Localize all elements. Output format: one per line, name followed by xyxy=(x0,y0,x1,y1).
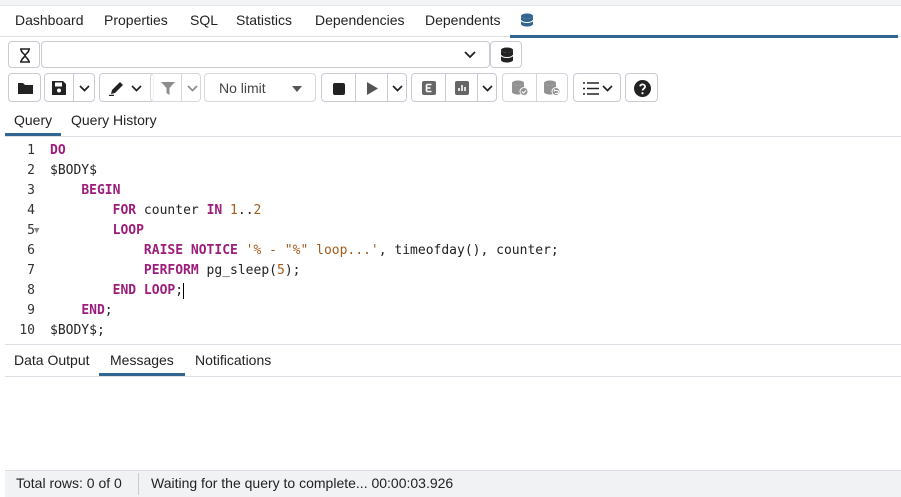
output-tabs: Data Output Messages Notifications xyxy=(5,344,901,377)
status-bar: Total rows: 0 of 0 Waiting for the query… xyxy=(5,470,901,497)
limit-value: No limit xyxy=(219,80,266,96)
connection-status-button[interactable] xyxy=(8,41,40,68)
line-number: 1 xyxy=(27,143,35,158)
code-line: $BODY$; xyxy=(50,323,105,338)
query-toolbar: No limit xyxy=(8,73,658,103)
line-number: 7 xyxy=(27,263,35,278)
line-number: 6 xyxy=(27,243,35,258)
sql-editor[interactable]: 1 DO 2 $BODY$ 3 BEGIN 4 FOR counter IN 1..… xyxy=(5,137,901,342)
object-tabs: Dashboard Properties SQL Statistics Depe… xyxy=(0,6,901,38)
line-number: 4 xyxy=(27,203,35,218)
total-rows-label: Total rows: 0 of 0 xyxy=(16,475,122,491)
new-connection-button[interactable] xyxy=(490,41,522,68)
execute-button-group xyxy=(321,73,407,102)
code-line: BEGIN xyxy=(81,183,121,198)
explain-button-group xyxy=(411,73,497,102)
tab-statistics[interactable]: Statistics xyxy=(236,6,292,34)
line-number: 5 xyxy=(27,223,35,238)
line-number: 10 xyxy=(19,323,35,338)
limit-select[interactable]: No limit xyxy=(204,73,316,102)
save-button-group xyxy=(44,73,95,102)
code-line: RAISE NOTICE '% - "%" loop...', timeofda… xyxy=(143,243,559,258)
query-tabs: Query Query History xyxy=(5,106,901,137)
fold-marker-icon[interactable]: ▼ xyxy=(34,221,39,241)
help-button[interactable] xyxy=(625,73,658,102)
tab-dependencies[interactable]: Dependencies xyxy=(315,6,405,34)
status-divider xyxy=(138,473,139,495)
code-line: END LOOP; xyxy=(112,282,185,299)
database-query-icon xyxy=(520,13,534,33)
tab-data-output[interactable]: Data Output xyxy=(14,345,90,375)
code-line: DO xyxy=(50,141,66,161)
tab-query[interactable]: Query xyxy=(5,106,62,136)
tab-properties[interactable]: Properties xyxy=(104,6,168,34)
code-line: END; xyxy=(81,303,113,318)
tab-query-history[interactable]: Query History xyxy=(71,106,157,134)
open-file-button[interactable] xyxy=(8,73,41,102)
tab-messages[interactable]: Messages xyxy=(99,345,185,376)
macros-button[interactable] xyxy=(573,73,621,102)
tab-notifications[interactable]: Notifications xyxy=(195,345,271,375)
line-number: 9 xyxy=(27,303,35,318)
line-number: 8 xyxy=(27,283,35,298)
line-number: 3 xyxy=(27,183,35,198)
tab-query-tool[interactable] xyxy=(510,6,898,38)
code-line: $BODY$ xyxy=(50,163,97,178)
query-status-message: Waiting for the query to complete... 00:… xyxy=(151,475,454,491)
code-token-do: DO xyxy=(50,143,66,158)
line-number: 2 xyxy=(27,163,35,178)
connection-row xyxy=(8,41,522,68)
tab-dashboard[interactable]: Dashboard xyxy=(15,6,84,34)
connection-select[interactable] xyxy=(41,41,490,68)
code-line: FOR counter IN 1..2 xyxy=(112,203,262,218)
transaction-button-group xyxy=(502,73,568,102)
text-cursor xyxy=(183,282,185,299)
edit-button-group[interactable] xyxy=(99,73,154,102)
messages-panel xyxy=(5,377,901,469)
code-line: PERFORM pg_sleep(5); xyxy=(143,263,301,278)
filter-button-group[interactable] xyxy=(150,73,201,102)
code-line: LOOP xyxy=(112,223,144,238)
tab-dependents[interactable]: Dependents xyxy=(425,6,501,34)
tab-sql[interactable]: SQL xyxy=(190,6,218,34)
